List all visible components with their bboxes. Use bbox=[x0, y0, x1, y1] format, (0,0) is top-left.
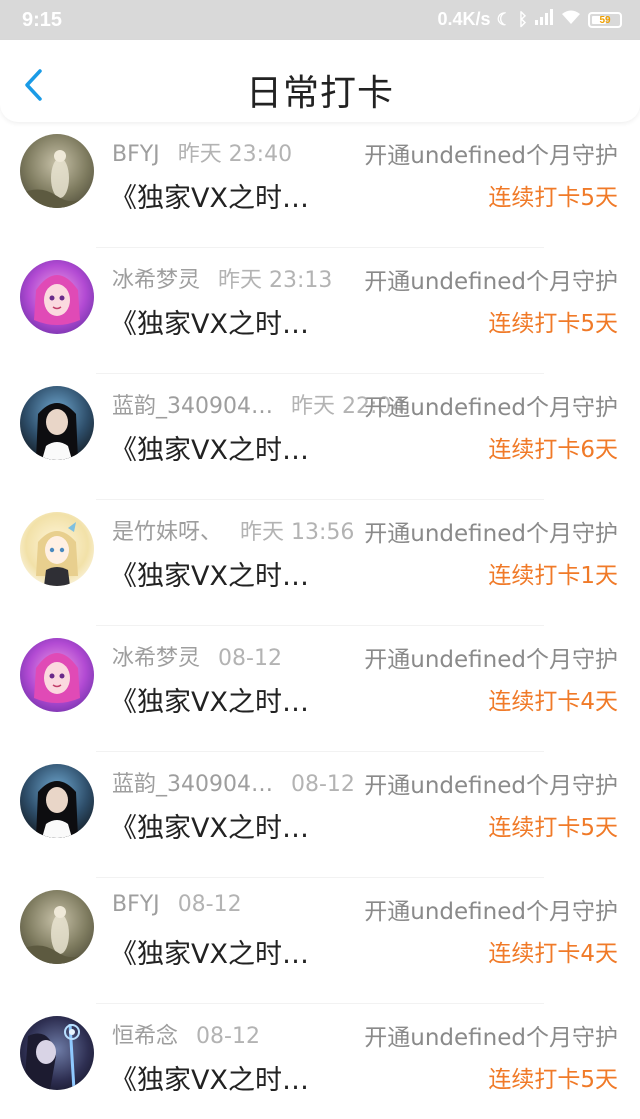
list-item[interactable]: 恒希念 08-12 开通undefined个月守护 《独家VX之时… 连续打卡5天 bbox=[0, 1004, 640, 1119]
battery-level: 59 bbox=[599, 14, 611, 26]
wifi-icon bbox=[560, 9, 582, 30]
user-name: BFYJ bbox=[112, 892, 160, 917]
post-time: 昨天 23:13 bbox=[218, 268, 333, 293]
user-name: 恒希念 bbox=[112, 1024, 179, 1049]
post-time: 昨天 23:40 bbox=[177, 142, 293, 167]
post-time: 08-12 bbox=[177, 892, 242, 917]
user-meta: BFYJ 昨天 23:40 bbox=[112, 136, 292, 168]
streak-badge: 连续打卡5天 bbox=[488, 815, 618, 841]
moon-icon: ☾ bbox=[496, 9, 512, 29]
action-text: 开通undefined个月守护 bbox=[364, 899, 618, 925]
list-item[interactable]: 冰希梦灵 08-12 开通undefined个月守护 《独家VX之时… 连续打卡4… bbox=[0, 626, 640, 752]
action-text: 开通undefined个月守护 bbox=[364, 395, 618, 421]
action-text: 开通undefined个月守护 bbox=[364, 647, 618, 673]
status-icons: 0.4K/s ☾ ᛒ 59 bbox=[437, 9, 622, 30]
novel-title[interactable]: 《独家VX之时… bbox=[110, 932, 309, 971]
user-name: BFYJ bbox=[112, 142, 160, 167]
post-time: 昨天 13:56 bbox=[240, 520, 355, 545]
list-item[interactable]: 冰希梦灵 昨天 23:13 开通undefined个月守护 《独家VX之时… 连续… bbox=[0, 248, 640, 374]
list-item[interactable]: 蓝韵_340904… 08-12 开通undefined个月守护 《独家VX之时…… bbox=[0, 752, 640, 878]
avatar[interactable] bbox=[20, 1016, 94, 1090]
list-item[interactable]: BFYJ 昨天 23:40 开通undefined个月守护 《独家VX之时… 连续… bbox=[0, 122, 640, 248]
post-time: 08-12 bbox=[196, 1024, 260, 1049]
novel-title[interactable]: 《独家VX之时… bbox=[110, 302, 309, 341]
avatar[interactable] bbox=[20, 764, 94, 838]
checkin-list: BFYJ 昨天 23:40 开通undefined个月守护 《独家VX之时… 连续… bbox=[0, 122, 640, 1119]
header: 日常打卡 bbox=[0, 40, 640, 122]
action-text: 开通undefined个月守护 bbox=[364, 773, 618, 799]
user-meta: BFYJ 08-12 bbox=[112, 892, 242, 917]
streak-badge: 连续打卡5天 bbox=[488, 1067, 618, 1093]
user-meta: 是竹妹呀、 昨天 13:56 bbox=[112, 514, 354, 546]
action-text: 开通undefined个月守护 bbox=[364, 521, 618, 547]
avatar[interactable] bbox=[20, 260, 94, 334]
avatar[interactable] bbox=[20, 512, 94, 586]
list-item[interactable]: 是竹妹呀、 昨天 13:56 开通undefined个月守护 《独家VX之时… 连… bbox=[0, 500, 640, 626]
user-name: 是竹妹呀、 bbox=[112, 520, 223, 545]
action-text: 开通undefined个月守护 bbox=[364, 1025, 618, 1051]
user-meta: 恒希念 08-12 bbox=[112, 1018, 260, 1050]
action-text: 开通undefined个月守护 bbox=[364, 143, 618, 169]
bluetooth-icon: ᛒ bbox=[517, 9, 528, 29]
action-text: 开通undefined个月守护 bbox=[364, 269, 618, 295]
list-item[interactable]: BFYJ 08-12 开通undefined个月守护 《独家VX之时… 连续打卡4… bbox=[0, 878, 640, 1004]
streak-badge: 连续打卡1天 bbox=[488, 563, 618, 589]
status-time: 9:15 bbox=[22, 9, 63, 31]
post-time: 08-12 bbox=[290, 772, 355, 797]
page-title: 日常打卡 bbox=[245, 73, 394, 114]
novel-title[interactable]: 《独家VX之时… bbox=[110, 1058, 309, 1097]
user-meta: 冰希梦灵 昨天 23:13 bbox=[112, 262, 332, 294]
user-meta: 蓝韵_340904… 08-12 bbox=[112, 766, 355, 798]
network-speed: 0.4K/s bbox=[437, 9, 491, 29]
list-item[interactable]: 蓝韵_340904… 昨天 22:04 开通undefined个月守护 《独家VX… bbox=[0, 374, 640, 500]
novel-title[interactable]: 《独家VX之时… bbox=[110, 806, 309, 845]
novel-title[interactable]: 《独家VX之时… bbox=[110, 554, 309, 593]
streak-badge: 连续打卡5天 bbox=[488, 311, 618, 337]
avatar[interactable] bbox=[20, 638, 94, 712]
status-bar: 9:15 0.4K/s ☾ ᛒ 59 bbox=[0, 0, 640, 40]
streak-badge: 连续打卡6天 bbox=[488, 437, 618, 463]
signal-icon bbox=[534, 9, 554, 30]
novel-title[interactable]: 《独家VX之时… bbox=[110, 680, 309, 719]
user-meta: 冰希梦灵 08-12 bbox=[112, 640, 282, 672]
user-name: 冰希梦灵 bbox=[112, 646, 201, 671]
post-time: 08-12 bbox=[218, 646, 282, 671]
novel-title[interactable]: 《独家VX之时… bbox=[110, 428, 309, 467]
streak-badge: 连续打卡4天 bbox=[488, 689, 618, 715]
novel-title[interactable]: 《独家VX之时… bbox=[110, 176, 309, 215]
user-name: 蓝韵_340904… bbox=[112, 394, 273, 419]
avatar[interactable] bbox=[20, 134, 94, 208]
user-name: 蓝韵_340904… bbox=[112, 772, 273, 797]
streak-badge: 连续打卡5天 bbox=[488, 185, 618, 211]
avatar[interactable] bbox=[20, 890, 94, 964]
battery-icon: 59 bbox=[588, 11, 622, 28]
avatar[interactable] bbox=[20, 386, 94, 460]
user-meta: 蓝韵_340904… 昨天 22:04 bbox=[112, 388, 405, 420]
streak-badge: 连续打卡4天 bbox=[488, 941, 618, 967]
user-name: 冰希梦灵 bbox=[112, 268, 201, 293]
